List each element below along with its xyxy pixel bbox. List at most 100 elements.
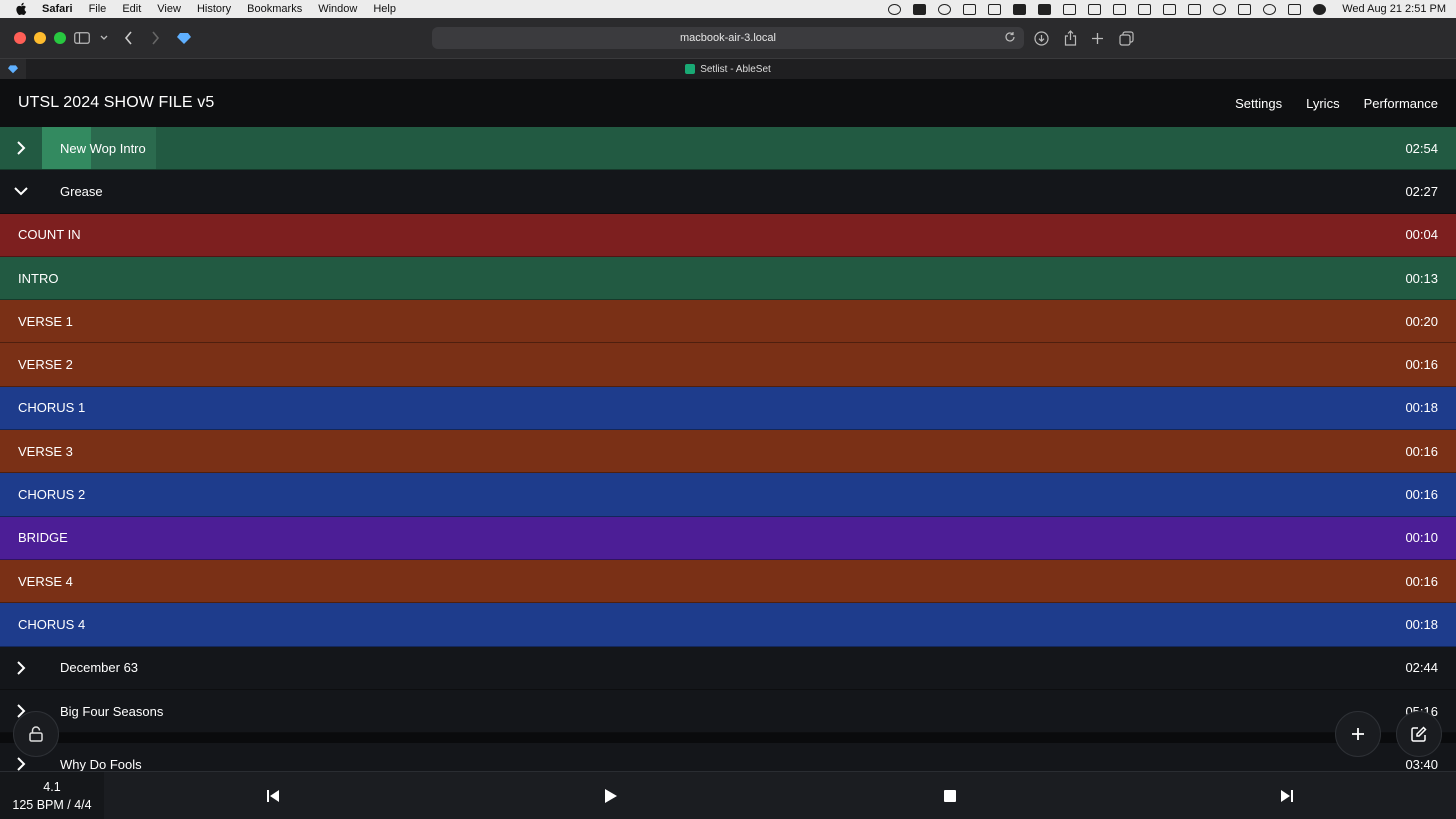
tool-icon[interactable] bbox=[1013, 3, 1027, 15]
brightness-icon[interactable] bbox=[888, 3, 902, 15]
back-icon[interactable] bbox=[120, 30, 136, 46]
section-name: CHORUS 2 bbox=[18, 487, 86, 503]
media-icon[interactable] bbox=[913, 3, 927, 15]
plus-icon bbox=[1352, 728, 1364, 740]
song-name: Grease bbox=[60, 183, 103, 199]
song-row-grease[interactable]: Grease 02:27 bbox=[0, 170, 1456, 214]
section-name: VERSE 1 bbox=[18, 313, 73, 329]
menu-bar: Safari File Edit View History Bookmarks … bbox=[0, 0, 1456, 18]
menu-help[interactable]: Help bbox=[373, 3, 396, 15]
section-row[interactable]: VERSE 1 00:20 bbox=[0, 300, 1456, 344]
menu-view[interactable]: View bbox=[157, 3, 181, 15]
siri-icon[interactable] bbox=[1313, 3, 1327, 15]
close-window-button[interactable] bbox=[14, 32, 26, 44]
menu-safari[interactable]: Safari bbox=[42, 3, 73, 15]
share-icon[interactable] bbox=[1062, 30, 1078, 46]
section-duration: 00:16 bbox=[1405, 443, 1438, 459]
section-row[interactable]: VERSE 3 00:16 bbox=[0, 430, 1456, 474]
chevron-right-icon[interactable] bbox=[13, 140, 29, 156]
wifi-icon[interactable] bbox=[1213, 3, 1227, 15]
edit-icon bbox=[1411, 726, 1427, 742]
nav-settings[interactable]: Settings bbox=[1235, 96, 1282, 111]
downloads-icon[interactable] bbox=[1033, 30, 1049, 46]
battery-icon[interactable] bbox=[1188, 3, 1202, 15]
chevron-right-icon[interactable] bbox=[13, 660, 29, 676]
window-icon[interactable] bbox=[988, 3, 1002, 15]
section-name: BRIDGE bbox=[18, 530, 68, 546]
menu-edit[interactable]: Edit bbox=[122, 3, 141, 15]
url-text[interactable]: macbook-air-3.local bbox=[680, 32, 776, 44]
section-row[interactable]: VERSE 4 00:16 bbox=[0, 559, 1456, 604]
nav-lyrics[interactable]: Lyrics bbox=[1306, 96, 1339, 111]
section-row[interactable]: BRIDGE 00:10 bbox=[0, 516, 1456, 560]
forward-icon[interactable] bbox=[147, 30, 163, 46]
section-row[interactable]: COUNT IN 00:04 bbox=[0, 213, 1456, 257]
display-icon[interactable] bbox=[1138, 3, 1152, 15]
section-name: INTRO bbox=[18, 270, 59, 286]
section-duration: 00:18 bbox=[1405, 400, 1438, 416]
chevron-down-icon[interactable] bbox=[96, 30, 112, 46]
section-name: CHORUS 4 bbox=[18, 616, 86, 632]
song-duration: 03:40 bbox=[1405, 756, 1438, 771]
sidebar-toggle-icon[interactable] bbox=[74, 30, 90, 46]
bluetooth-icon[interactable] bbox=[1163, 3, 1177, 15]
tempo-signature: 125 BPM / 4/4 bbox=[12, 797, 92, 812]
stop-button[interactable] bbox=[941, 787, 959, 805]
skip-back-icon bbox=[267, 790, 279, 802]
site-favicon-icon[interactable] bbox=[176, 30, 192, 46]
section-row[interactable]: CHORUS 1 00:18 bbox=[0, 386, 1456, 431]
screen-record-icon[interactable] bbox=[963, 3, 977, 15]
section-name: COUNT IN bbox=[18, 227, 81, 243]
address-bar[interactable]: macbook-air-3.local bbox=[432, 27, 1024, 49]
pinned-tab[interactable] bbox=[0, 59, 26, 79]
menu-window[interactable]: Window bbox=[318, 3, 357, 15]
previous-song-button[interactable] bbox=[264, 787, 282, 805]
menu-clock[interactable]: Wed Aug 21 2:51 PM bbox=[1342, 3, 1446, 15]
tab-overview-icon[interactable] bbox=[1118, 30, 1134, 46]
stop-icon bbox=[944, 790, 956, 802]
song-row-why-do-fools[interactable]: Why Do Fools 03:40 bbox=[0, 733, 1456, 771]
reload-icon[interactable] bbox=[1004, 31, 1018, 45]
play-icon bbox=[605, 789, 617, 803]
song-row-big-four-seasons[interactable]: Big Four Seasons 05:16 bbox=[0, 689, 1456, 734]
status-area: Wed Aug 21 2:51 PM bbox=[888, 0, 1446, 18]
play-button[interactable] bbox=[602, 787, 620, 805]
bookmark-icon[interactable] bbox=[1038, 3, 1052, 15]
song-name: New Wop Intro bbox=[60, 140, 146, 156]
zoom-window-button[interactable] bbox=[54, 32, 66, 44]
control-center-icon[interactable] bbox=[1288, 3, 1302, 15]
page-title: UTSL 2024 SHOW FILE v5 bbox=[18, 94, 215, 111]
song-row-december-63[interactable]: December 63 02:44 bbox=[0, 646, 1456, 690]
menu-bookmarks[interactable]: Bookmarks bbox=[247, 3, 302, 15]
apple-icon[interactable] bbox=[14, 2, 28, 16]
new-tab-icon[interactable] bbox=[1089, 30, 1105, 46]
chevron-right-icon[interactable] bbox=[13, 756, 29, 771]
nav-performance[interactable]: Performance bbox=[1364, 96, 1438, 111]
edit-button[interactable] bbox=[1396, 711, 1442, 757]
section-row[interactable]: CHORUS 2 00:16 bbox=[0, 473, 1456, 517]
active-tab-title[interactable]: Setlist - AbleSet bbox=[700, 64, 771, 75]
song-name: Why Do Fools bbox=[60, 756, 142, 771]
section-row[interactable]: VERSE 2 00:16 bbox=[0, 343, 1456, 387]
keyboard-icon[interactable] bbox=[1238, 3, 1252, 15]
chevron-down-icon[interactable] bbox=[13, 183, 29, 199]
layout-icon[interactable] bbox=[1063, 3, 1077, 15]
spotlight-search-icon[interactable] bbox=[1263, 3, 1277, 15]
airplay-icon[interactable] bbox=[938, 3, 952, 15]
section-name: CHORUS 1 bbox=[18, 400, 86, 416]
section-row[interactable]: CHORUS 4 00:18 bbox=[0, 603, 1456, 647]
menu-file[interactable]: File bbox=[89, 3, 107, 15]
section-name: VERSE 3 bbox=[18, 443, 73, 459]
menu-extra-icon[interactable] bbox=[1088, 3, 1102, 15]
menu-history[interactable]: History bbox=[197, 3, 231, 15]
section-row[interactable]: INTRO 00:13 bbox=[0, 256, 1456, 301]
tempo-display[interactable]: 4.1 125 BPM / 4/4 bbox=[0, 772, 104, 819]
minimize-window-button[interactable] bbox=[34, 32, 46, 44]
add-button[interactable] bbox=[1335, 711, 1381, 757]
lock-button[interactable] bbox=[13, 711, 59, 757]
clipboard-icon[interactable] bbox=[1113, 3, 1127, 15]
section-duration: 00:18 bbox=[1405, 616, 1438, 632]
song-duration: 02:44 bbox=[1405, 660, 1438, 676]
song-row-new-wop-intro[interactable]: New Wop Intro 02:54 bbox=[0, 127, 1456, 171]
next-song-button[interactable] bbox=[1278, 787, 1296, 805]
